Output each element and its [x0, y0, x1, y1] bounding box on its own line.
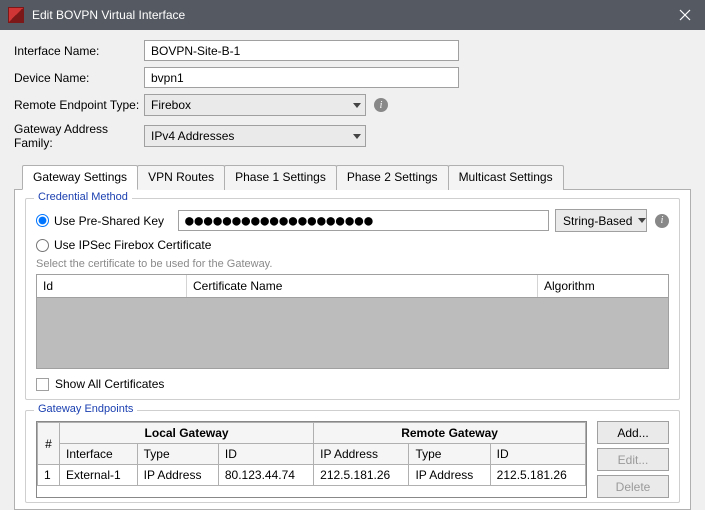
tab-strip: Gateway Settings VPN Routes Phase 1 Sett… — [14, 164, 691, 190]
close-button[interactable] — [665, 0, 705, 30]
cert-table-body — [37, 298, 668, 368]
cell-num: 1 — [38, 465, 60, 486]
endpoints-table: # Local Gateway Remote Gateway Interface… — [36, 421, 587, 498]
title-bar: Edit BOVPN Virtual Interface — [0, 0, 705, 30]
credential-method-group: Credential Method Use Pre-Shared Key Str… — [25, 198, 680, 400]
gateway-endpoints-group: Gateway Endpoints # Local Gateway Remote… — [25, 410, 680, 503]
cert-table: Id Certificate Name Algorithm — [36, 274, 669, 369]
gateway-family-select[interactable]: IPv4 Addresses — [144, 125, 366, 147]
col-remote-id[interactable]: ID — [490, 444, 585, 465]
chevron-down-icon — [638, 218, 646, 223]
psk-radio[interactable] — [36, 214, 49, 227]
device-name-input[interactable] — [144, 67, 459, 88]
endpoints-legend: Gateway Endpoints — [34, 403, 137, 415]
cell-rip: 212.5.181.26 — [314, 465, 409, 486]
remote-endpoint-label: Remote Endpoint Type: — [14, 98, 144, 112]
tab-gateway-settings[interactable]: Gateway Settings — [22, 165, 138, 190]
add-button[interactable]: Add... — [597, 421, 669, 444]
col-remote-gateway[interactable]: Remote Gateway — [314, 423, 586, 444]
cert-col-alg[interactable]: Algorithm — [538, 275, 668, 297]
info-icon[interactable]: i — [374, 98, 388, 112]
info-icon[interactable]: i — [655, 214, 669, 228]
edit-button[interactable]: Edit... — [597, 448, 669, 471]
remote-endpoint-select[interactable]: Firebox — [144, 94, 366, 116]
chevron-down-icon — [353, 103, 361, 108]
tab-panel-gateway: Credential Method Use Pre-Shared Key Str… — [14, 190, 691, 510]
tab-vpn-routes[interactable]: VPN Routes — [137, 165, 225, 190]
remote-endpoint-value: Firebox — [151, 98, 191, 112]
show-all-checkbox[interactable] — [36, 378, 49, 391]
col-remote-ip[interactable]: IP Address — [314, 444, 409, 465]
col-local-gateway[interactable]: Local Gateway — [60, 423, 314, 444]
app-icon — [8, 7, 24, 23]
cell-rid: 212.5.181.26 — [490, 465, 585, 486]
cell-rtype: IP Address — [409, 465, 490, 486]
close-icon — [679, 9, 691, 21]
col-num[interactable]: # — [38, 423, 60, 465]
psk-type-value: String-Based — [563, 214, 632, 228]
cert-radio[interactable] — [36, 239, 49, 252]
cell-ltype: IP Address — [137, 465, 218, 486]
cell-iface: External-1 — [60, 465, 138, 486]
gateway-family-label: Gateway Address Family: — [14, 122, 144, 150]
cert-col-name[interactable]: Certificate Name — [187, 275, 538, 297]
cert-hint: Select the certificate to be used for th… — [36, 258, 669, 270]
window-title: Edit BOVPN Virtual Interface — [32, 8, 665, 22]
show-all-label: Show All Certificates — [55, 377, 164, 391]
cell-lid: 80.123.44.74 — [218, 465, 313, 486]
psk-type-select[interactable]: String-Based — [555, 209, 647, 232]
endpoint-row[interactable]: 1 External-1 IP Address 80.123.44.74 212… — [38, 465, 586, 486]
col-local-id[interactable]: ID — [218, 444, 313, 465]
gateway-family-value: IPv4 Addresses — [151, 129, 234, 143]
col-local-interface[interactable]: Interface — [60, 444, 138, 465]
cert-radio-label: Use IPSec Firebox Certificate — [54, 238, 211, 252]
cert-col-id[interactable]: Id — [37, 275, 187, 297]
col-remote-type[interactable]: Type — [409, 444, 490, 465]
col-local-type[interactable]: Type — [137, 444, 218, 465]
tab-phase1[interactable]: Phase 1 Settings — [224, 165, 337, 190]
delete-button[interactable]: Delete — [597, 475, 669, 498]
chevron-down-icon — [353, 134, 361, 139]
interface-name-input[interactable] — [144, 40, 459, 61]
tab-phase2[interactable]: Phase 2 Settings — [336, 165, 449, 190]
tab-multicast[interactable]: Multicast Settings — [448, 165, 564, 190]
interface-name-label: Interface Name: — [14, 44, 144, 58]
psk-input[interactable] — [178, 210, 549, 231]
credential-legend: Credential Method — [34, 191, 132, 203]
psk-radio-label: Use Pre-Shared Key — [54, 214, 164, 228]
device-name-label: Device Name: — [14, 71, 144, 85]
